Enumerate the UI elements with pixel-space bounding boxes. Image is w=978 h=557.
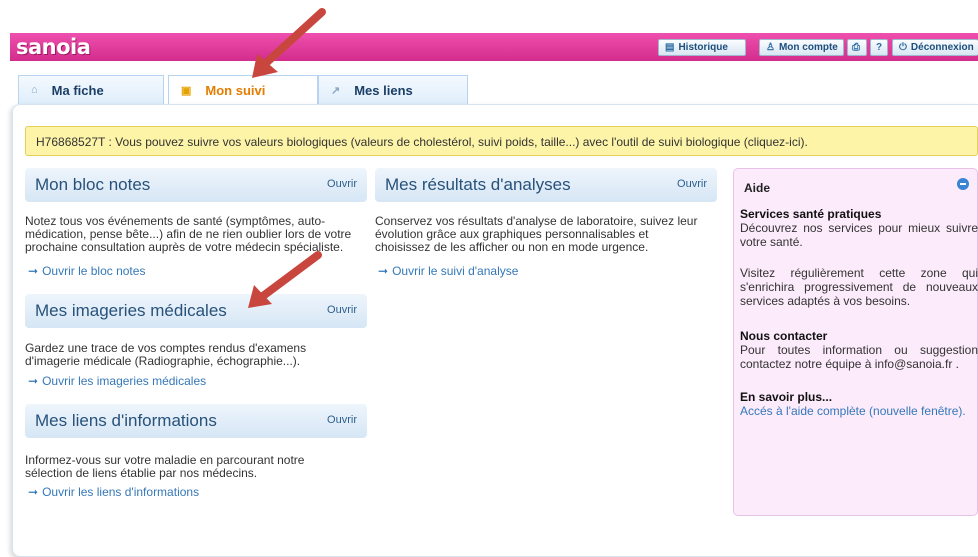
open-imageries-link[interactable]: ➞ Ouvrir les imageries médicales	[28, 374, 206, 388]
sanoia-logo[interactable]: sanoia	[16, 35, 91, 59]
link-label: Ouvrir les imageries médicales	[42, 374, 207, 388]
description-line: choisissez de les afficher ou non en mod…	[375, 240, 649, 254]
link-label: Ouvrir les liens d'informations	[42, 485, 200, 499]
contact-title: Nous contacter	[740, 329, 828, 343]
section-title: Mes imageries médicales	[35, 301, 227, 320]
description-line: d'imagerie médicale (Radiographie, échog…	[25, 354, 301, 368]
home-icon: ⌂	[31, 84, 38, 96]
top-header-bar: sanoia ▤ Historique ♙ Mon compte ⎙ ? ⏻ D…	[10, 33, 978, 61]
arrow-right-icon: ➞	[28, 264, 39, 278]
aide-box: Aide Services santé pratiques Découvrez …	[733, 168, 978, 516]
open-imageries-button[interactable]: Ouvrir	[327, 304, 357, 316]
section-header-resultats: Mes résultats d'analyses Ouvrir	[375, 168, 717, 202]
tab-mon-suivi[interactable]: ▣ Mon suivi	[168, 75, 318, 104]
print-button[interactable]: ⎙	[847, 39, 867, 56]
liens-description: Informez-vous sur votre maladie en parco…	[25, 454, 304, 480]
collapse-icon[interactable]	[957, 178, 969, 190]
external-link-icon: ↗	[331, 84, 341, 97]
imageries-description: Gardez une trace de vos comptes rendus d…	[25, 342, 306, 368]
services-text: Découvrez nos services pour mieux suivre…	[740, 221, 978, 249]
zone-text: Visitez régulièrement cette zone qui s'e…	[740, 266, 978, 308]
link-label: Ouvrir le bloc notes	[42, 264, 146, 278]
open-bloc-notes-link[interactable]: ➞ Ouvrir le bloc notes	[28, 264, 145, 278]
description-line: prochaine consultation auprès de votre m…	[25, 240, 344, 254]
section-header-bloc-notes: Mon bloc notes Ouvrir	[25, 168, 367, 202]
section-header-liens: Mes liens d'informations Ouvrir	[25, 404, 367, 438]
aide-complete-link[interactable]: Accés à l'aide complète (nouvelle fenêtr…	[740, 404, 966, 418]
section-title: Mes résultats d'analyses	[385, 175, 571, 194]
deconnexion-button[interactable]: ⏻ Déconnexion	[892, 39, 978, 56]
tab-ma-fiche[interactable]: ⌂ Ma fiche	[18, 75, 164, 104]
description-line: sélection de liens établie par nos médec…	[25, 466, 258, 480]
open-resultats-button[interactable]: Ouvrir	[677, 178, 707, 190]
services-title: Services santé pratiques	[740, 207, 882, 221]
mon-compte-button[interactable]: ♙ Mon compte	[759, 39, 844, 56]
power-icon: ⏻	[899, 42, 907, 53]
open-suivi-analyse-link[interactable]: ➞ Ouvrir le suivi d'analyse	[378, 264, 518, 278]
help-icon: ?	[876, 42, 883, 53]
history-icon: ▤	[665, 42, 675, 53]
open-liens-button[interactable]: Ouvrir	[327, 414, 357, 426]
biological-followup-notice[interactable]: H76868527T : Vous pouvez suivre vos vale…	[25, 126, 978, 156]
user-icon: ♙	[766, 42, 775, 53]
bloc-notes-description: Notez tous vos événements de santé (symp…	[25, 215, 351, 254]
open-liens-link[interactable]: ➞ Ouvrir les liens d'informations	[28, 485, 199, 499]
tab-mon-suivi-label: Mon suivi	[205, 82, 266, 98]
contact-text: Pour toutes information ou suggestion co…	[740, 343, 978, 371]
section-title: Mes liens d'informations	[35, 411, 217, 430]
mon-compte-label: Mon compte	[778, 42, 838, 53]
arrow-right-icon: ➞	[28, 485, 39, 499]
help-button[interactable]: ?	[870, 39, 888, 56]
aide-title: Aide	[744, 181, 771, 195]
tab-mes-liens-label: Mes liens	[354, 82, 413, 98]
section-header-imageries: Mes imageries médicales Ouvrir	[25, 294, 367, 328]
arrow-right-icon: ➞	[378, 264, 389, 278]
section-title: Mon bloc notes	[35, 175, 151, 194]
arrow-right-icon: ➞	[28, 374, 39, 388]
tab-mes-liens[interactable]: ↗ Mes liens	[318, 75, 468, 104]
calendar-icon: ▣	[181, 84, 192, 97]
link-label: Ouvrir le suivi d'analyse	[392, 264, 519, 278]
resultats-description: Conservez vos résultats d'analyse de lab…	[375, 215, 697, 254]
open-bloc-notes-button[interactable]: Ouvrir	[327, 178, 357, 190]
historique-button[interactable]: ▤ Historique	[658, 39, 746, 56]
savoir-title: En savoir plus...	[740, 390, 833, 404]
print-icon: ⎙	[852, 42, 860, 53]
deconnexion-label: Déconnexion	[910, 42, 974, 53]
historique-label: Historique	[678, 42, 728, 53]
tab-ma-fiche-label: Ma fiche	[51, 82, 104, 98]
